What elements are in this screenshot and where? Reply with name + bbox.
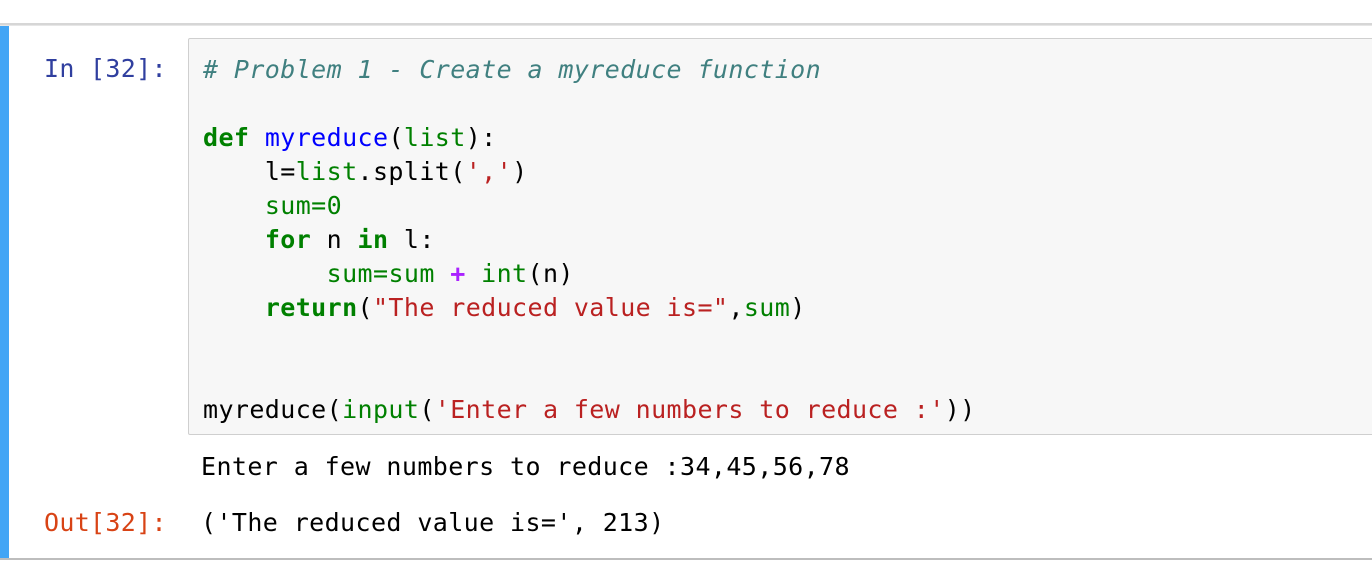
code-text-segment: l: — [388, 225, 435, 254]
keyword-in: in — [357, 225, 389, 254]
code-text-segment: l= — [264, 157, 296, 186]
code-punct: , — [728, 293, 744, 322]
var-sum: sum — [326, 259, 373, 288]
input-prompt: In [32]: — [44, 54, 167, 83]
code-text-segment: myreduce( — [203, 395, 343, 424]
code-op: = — [372, 259, 389, 288]
builtin-list: list — [295, 157, 358, 186]
stdout-output: Enter a few numbers to reduce :34,45,56,… — [201, 452, 850, 481]
code-line-5: sum=0 — [203, 189, 976, 223]
code-text-segment: .split( — [357, 157, 466, 186]
code-line-4: l=list.split(',') — [203, 155, 976, 189]
code-comment: # Problem 1 - Create a myreduce function — [203, 55, 822, 84]
builtin-input: input — [342, 395, 420, 424]
code-punct: ) — [790, 293, 806, 322]
param-list: list — [403, 123, 466, 152]
code-line-1: # Problem 1 - Create a myreduce function — [203, 53, 976, 87]
keyword-def: def — [203, 123, 250, 152]
keyword-for: for — [264, 225, 312, 254]
cell-selection-indicator — [0, 26, 9, 558]
code-punct: ) — [512, 157, 528, 186]
var-sum: sum — [264, 191, 312, 220]
string-literal: ',' — [465, 157, 513, 186]
code-editor[interactable]: # Problem 1 - Create a myreduce function… — [188, 38, 1372, 435]
code-punct: ): — [465, 123, 497, 152]
code-line-6: for n in l: — [203, 223, 976, 257]
code-text[interactable]: # Problem 1 - Create a myreduce function… — [203, 53, 976, 427]
code-punct: ( — [419, 395, 435, 424]
number-literal: 0 — [326, 191, 343, 220]
code-text-segment: (n) — [527, 259, 574, 288]
code-line-8: return("The reduced value is=",sum) — [203, 291, 976, 325]
code-line-11: myreduce(input('Enter a few numbers to r… — [203, 393, 976, 427]
code-punct: )) — [944, 395, 976, 424]
notebook-page: In [32]: # Problem 1 - Create a myreduce… — [0, 0, 1372, 566]
function-name: myreduce — [264, 123, 389, 152]
string-literal: 'Enter a few numbers to reduce :' — [434, 395, 945, 424]
code-line-3: def myreduce(list): — [203, 121, 976, 155]
output-prompt: Out[32]: — [44, 508, 167, 537]
var-sum: sum — [388, 259, 435, 288]
code-cell[interactable]: In [32]: # Problem 1 - Create a myreduce… — [0, 25, 1372, 560]
execution-result: ('The reduced value is=', 213) — [201, 508, 665, 537]
code-op: = — [311, 191, 327, 220]
string-literal: "The reduced value is=" — [372, 293, 729, 322]
keyword-return: return — [264, 293, 358, 322]
builtin-int: int — [481, 259, 528, 288]
code-punct: ( — [357, 293, 373, 322]
code-line-7: sum=sum + int(n) — [203, 257, 976, 291]
code-punct: ( — [388, 123, 404, 152]
operator-plus: + — [450, 259, 466, 288]
code-text-segment: n — [311, 225, 358, 254]
var-sum: sum — [743, 293, 791, 322]
